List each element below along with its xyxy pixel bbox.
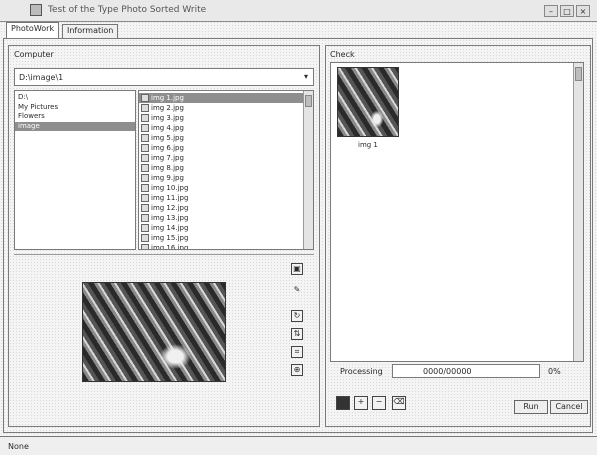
check-list: img 1	[330, 62, 584, 362]
crop-icon[interactable]: ⌗	[291, 346, 303, 358]
window-title: Test of the Type Photo Sorted Write	[48, 5, 207, 15]
image-file-icon	[141, 244, 149, 249]
app-icon	[30, 4, 42, 16]
file-name: img 12.jpg	[151, 204, 189, 212]
file-list: img 1.jpg img 2.jpg img 3.jpg img 4.jpg img …	[138, 90, 314, 250]
file-name: img 7.jpg	[151, 154, 184, 162]
add-icon[interactable]: +	[354, 396, 368, 410]
file-list-item[interactable]: img 8.jpg	[139, 163, 303, 173]
status-text: None	[8, 442, 29, 451]
file-list-item[interactable]: img 3.jpg	[139, 113, 303, 123]
zoom-icon[interactable]: ⊕	[291, 364, 303, 376]
file-list-scrollbar[interactable]	[303, 91, 313, 249]
image-file-icon	[141, 184, 149, 192]
file-list-item[interactable]: img 7.jpg	[139, 153, 303, 163]
flip-icon[interactable]: ⇅	[291, 328, 303, 340]
pencil-icon[interactable]: ✎	[291, 285, 303, 297]
cancel-button[interactable]: Cancel	[550, 400, 588, 414]
progress-bar: 0000/00000	[392, 364, 540, 378]
clear-icon[interactable]: ⌫	[392, 396, 406, 410]
file-name: img 2.jpg	[151, 104, 184, 112]
folder-tree: D:\ My Pictures Flowers image	[14, 90, 136, 250]
image-file-icon	[141, 214, 149, 222]
file-list-item[interactable]: img 5.jpg	[139, 133, 303, 143]
file-list-item[interactable]: img 13.jpg	[139, 213, 303, 223]
check-list-scrollbar[interactable]	[573, 63, 583, 361]
image-file-icon	[141, 204, 149, 212]
run-button[interactable]: Run	[514, 400, 548, 414]
file-name: img 11.jpg	[151, 194, 189, 202]
file-list-item[interactable]: img 2.jpg	[139, 103, 303, 113]
file-list-item[interactable]: img 14.jpg	[139, 223, 303, 233]
folder-item[interactable]: D:\	[15, 93, 135, 103]
status-bar: None	[0, 436, 597, 455]
image-file-icon	[141, 114, 149, 122]
image-file-icon	[141, 154, 149, 162]
file-name: img 15.jpg	[151, 234, 189, 242]
path-combobox[interactable]: D:\image\1 ▾	[14, 68, 314, 86]
file-list-item[interactable]: img 10.jpg	[139, 183, 303, 193]
image-file-icon	[141, 194, 149, 202]
horizontal-splitter[interactable]	[14, 254, 314, 257]
path-value: D:\image\1	[19, 73, 64, 82]
file-name: img 10.jpg	[151, 184, 189, 192]
remove-icon[interactable]: −	[372, 396, 386, 410]
progress-label: Processing	[340, 367, 383, 376]
close-icon[interactable]: ×	[576, 5, 590, 17]
file-list-item[interactable]: img 15.jpg	[139, 233, 303, 243]
check-thumbnail[interactable]	[337, 67, 399, 137]
check-label: Check	[330, 50, 355, 59]
image-file-icon	[141, 224, 149, 232]
file-list-item[interactable]: img 4.jpg	[139, 123, 303, 133]
folder-item[interactable]: My Pictures	[15, 103, 135, 113]
file-name: img 16.jpg	[151, 244, 189, 250]
image-file-icon	[141, 234, 149, 242]
file-name: img 8.jpg	[151, 164, 184, 172]
file-name: img 1.jpg	[151, 94, 184, 102]
image-file-icon	[141, 94, 149, 102]
file-name: img 6.jpg	[151, 144, 184, 152]
computer-label: Computer	[14, 50, 54, 59]
rotate-icon[interactable]: ↻	[291, 310, 303, 322]
image-file-icon	[141, 174, 149, 182]
image-file-icon	[141, 134, 149, 142]
image-file-icon	[141, 104, 149, 112]
scroll-thumb[interactable]	[575, 67, 582, 81]
tab-information[interactable]: Information	[62, 24, 119, 38]
scroll-thumb[interactable]	[305, 95, 312, 107]
file-name: img 3.jpg	[151, 114, 184, 122]
file-name: img 5.jpg	[151, 134, 184, 142]
file-list-item[interactable]: img 11.jpg	[139, 193, 303, 203]
file-list-item[interactable]: img 12.jpg	[139, 203, 303, 213]
image-file-icon	[141, 164, 149, 172]
file-name: img 13.jpg	[151, 214, 189, 222]
stop-icon[interactable]	[336, 396, 350, 410]
tab-photowork[interactable]: PhotoWork	[6, 22, 60, 38]
file-list-item[interactable]: img 9.jpg	[139, 173, 303, 183]
file-list-item[interactable]: img 1.jpg	[139, 93, 303, 103]
preview-image	[82, 282, 226, 382]
file-list-item[interactable]: img 16.jpg	[139, 243, 303, 250]
folder-item[interactable]: Flowers	[15, 112, 135, 122]
file-name: img 9.jpg	[151, 174, 184, 182]
file-name: img 4.jpg	[151, 124, 184, 132]
folder-item-selected[interactable]: image	[15, 121, 135, 131]
file-list-item[interactable]: img 6.jpg	[139, 143, 303, 153]
chevron-down-icon[interactable]: ▾	[301, 72, 311, 82]
progress-percent: 0%	[548, 367, 561, 376]
image-file-icon	[141, 144, 149, 152]
image-file-icon	[141, 124, 149, 132]
maximize-icon[interactable]: □	[560, 5, 574, 17]
thumbnail-caption: img 1	[358, 141, 378, 149]
minimize-icon[interactable]: –	[544, 5, 558, 17]
progress-value: 0000/00000	[423, 367, 472, 376]
image-icon[interactable]: ▣	[291, 263, 303, 275]
file-name: img 14.jpg	[151, 224, 189, 232]
